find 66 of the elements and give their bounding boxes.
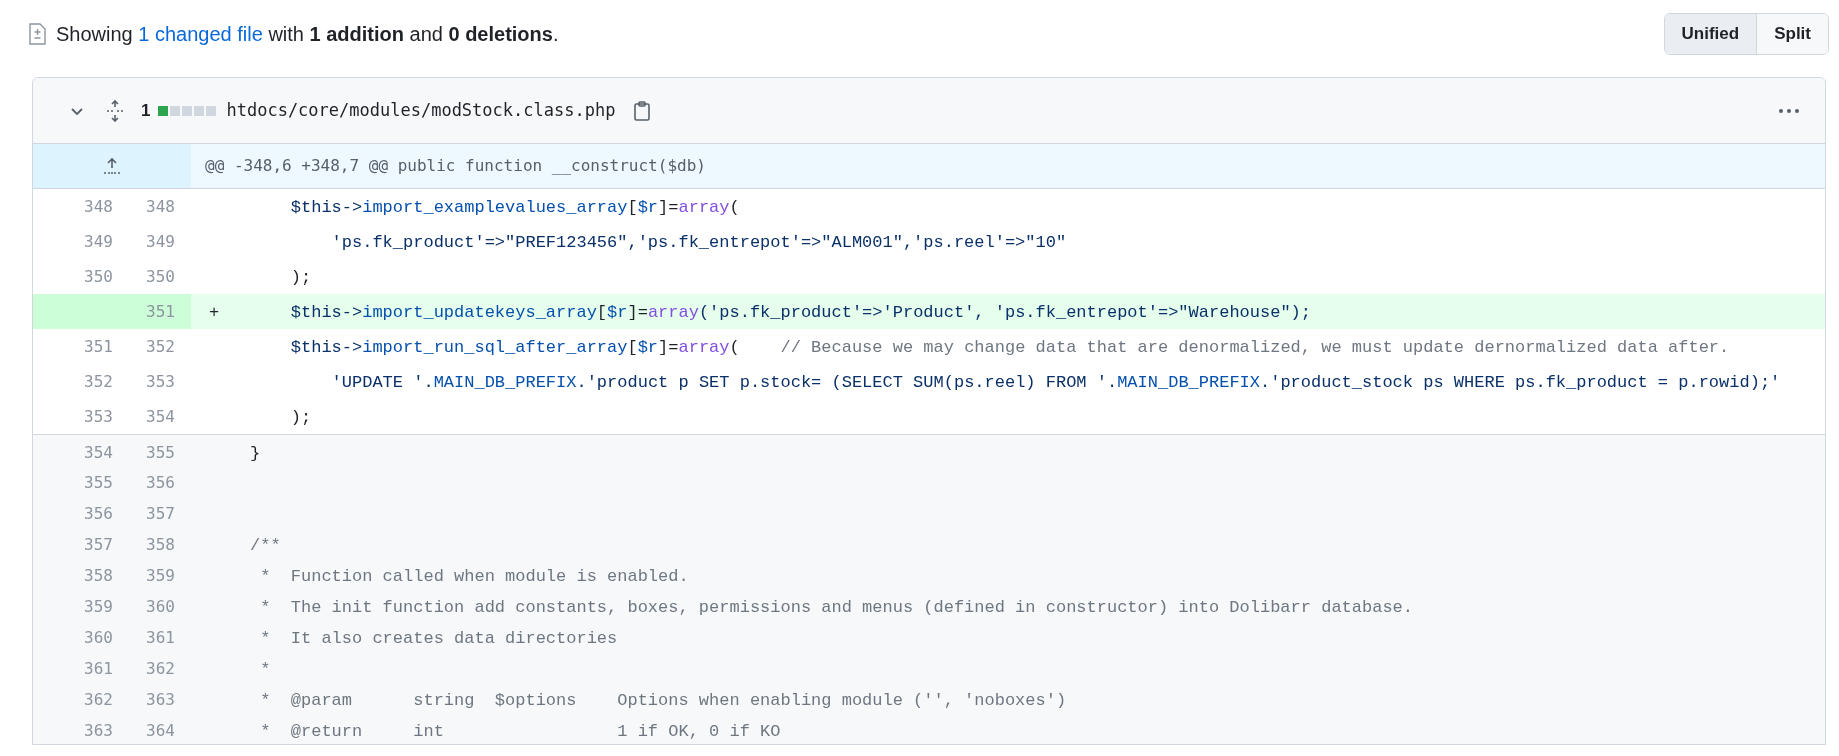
code-line: * The init function add constants, boxes, permissions and menus (defined in constructor) into Dolibarr database. <box>259 598 1413 617</box>
changed-file-link[interactable]: 1 changed file <box>138 22 263 45</box>
line-number: 353 <box>146 371 175 393</box>
more-options-icon[interactable] <box>1777 106 1801 115</box>
code-line: ); <box>289 408 312 427</box>
line-number: 360 <box>84 627 113 649</box>
code-line: /** <box>250 536 281 555</box>
hunk-header: @@ -348,6 +348,7 @@ public function __construct($db) <box>191 144 1825 188</box>
code-line: $this->import_examplevalues_array[$r]=array( <box>289 198 740 217</box>
line-number: 363 <box>146 689 175 711</box>
view-toggle-tab[interactable]: Split <box>1756 13 1828 54</box>
code-line: ); <box>289 268 312 287</box>
code-line: $this->import_updatekeys_array[$r]=array('ps.fk_product'=>'Product', 'ps.fk_entrepot'=>"Warehouse"); <box>289 303 1311 322</box>
expand-all-icon[interactable] <box>105 99 125 122</box>
line-number: 349 <box>84 231 113 253</box>
line-number: 363 <box>84 720 113 742</box>
line-number: 361 <box>84 658 113 680</box>
copy-clipboard-icon[interactable] <box>633 99 652 122</box>
line-number: 362 <box>84 689 113 711</box>
line-number: 348 <box>146 196 175 218</box>
line-number: 354 <box>146 406 175 428</box>
summary-text: Showing 1 changed file with 1 addition and 0 deletions. <box>56 21 559 47</box>
change-count: 1 <box>141 99 151 122</box>
code-line: * Function called when module is enabled. <box>259 567 689 586</box>
code-line: 'UPDATE '.MAIN_DB_PREFIX.'product p SET p.stock= (SELECT SUM(ps.reel) FROM '.MAIN_DB_PREFIX.'product_stock ps WHERE ps.fk_product = p.rowid);' <box>330 373 1781 392</box>
line-number: 356 <box>84 503 113 525</box>
line-number: 353 <box>84 406 113 428</box>
code-line: * @return int 1 if OK, 0 if KO <box>259 722 781 741</box>
line-number: 358 <box>84 565 113 587</box>
line-number: 356 <box>146 472 175 494</box>
line-number: 360 <box>146 596 175 618</box>
line-number: 352 <box>84 371 113 393</box>
line-number: 355 <box>84 472 113 494</box>
line-number: 349 <box>146 231 175 253</box>
line-number: 359 <box>84 596 113 618</box>
line-number: 350 <box>84 266 113 288</box>
line-number: 358 <box>146 534 175 556</box>
code-line: * It also creates data directories <box>259 629 618 648</box>
diffstat-square <box>182 105 193 116</box>
file-path: htdocs/core/modules/modStock.class.php <box>226 98 616 122</box>
line-number: 352 <box>146 336 175 358</box>
line-number: 351 <box>146 301 175 323</box>
code-line: $this->import_run_sql_after_array[$r]=array( // Because we may change data that are denormalized, we must update dernormalized data after. <box>289 338 1730 357</box>
line-number: 348 <box>84 196 113 218</box>
code-line: } <box>250 444 261 463</box>
diffstat-square <box>206 105 217 116</box>
addition-marker: + <box>209 303 220 322</box>
file-diff-icon <box>28 22 46 45</box>
line-number: 364 <box>146 720 175 742</box>
line-number: 354 <box>84 442 113 464</box>
line-number: 361 <box>146 627 175 649</box>
code-line: 'ps.fk_product'=>"PREF123456",'ps.fk_entrepot'=>"ALM001",'ps.reel'=>"10" <box>330 233 1067 252</box>
line-number: 355 <box>146 442 175 464</box>
code-line: * @param string $options Options when enabling module ('', 'noboxes') <box>259 691 1067 710</box>
line-number: 362 <box>146 658 175 680</box>
expand-up-icon[interactable] <box>103 156 121 176</box>
line-number: 359 <box>146 565 175 587</box>
diffstat-square <box>194 105 205 116</box>
diffstat-square <box>170 105 181 116</box>
line-number: 351 <box>84 336 113 358</box>
diffstat-square <box>158 105 169 116</box>
code-line: * <box>259 660 271 679</box>
line-number: 350 <box>146 266 175 288</box>
line-number: 357 <box>146 503 175 525</box>
view-toggle-tab[interactable]: Unified <box>1664 13 1757 54</box>
line-number: 357 <box>84 534 113 556</box>
